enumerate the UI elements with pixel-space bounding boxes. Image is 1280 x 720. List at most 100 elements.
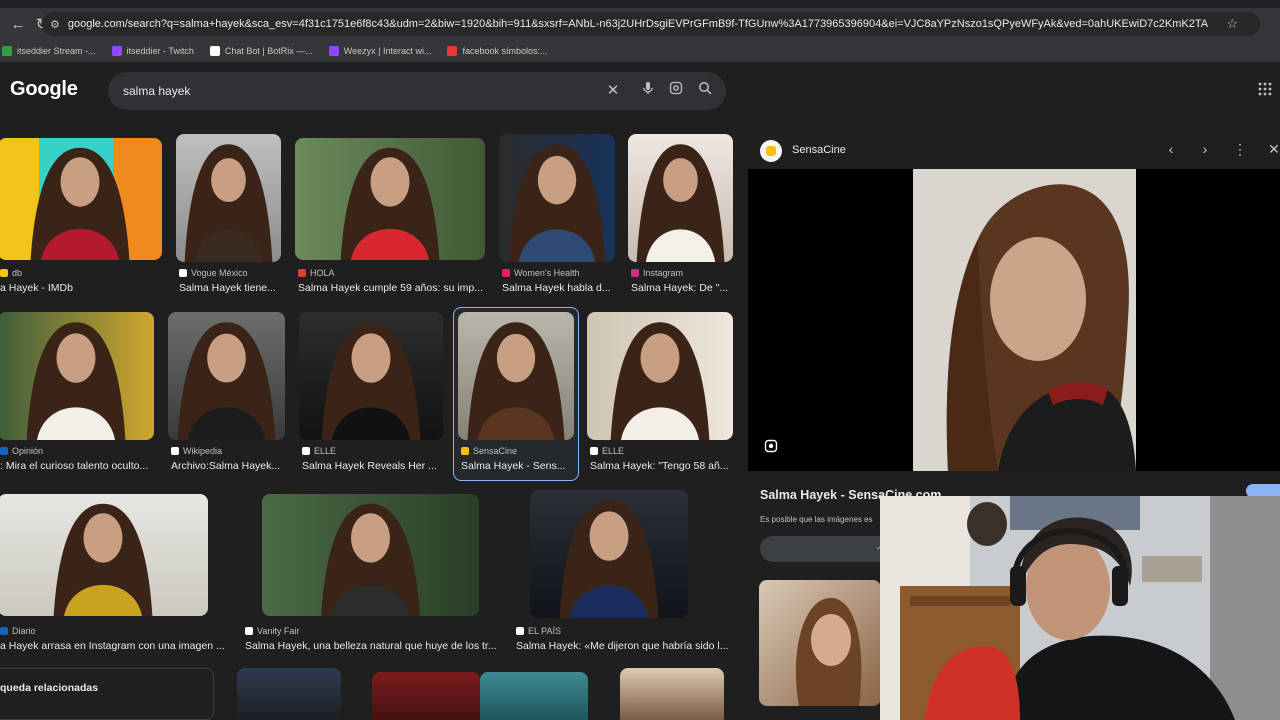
result-source[interactable]: Instagram [631, 268, 683, 278]
previous-arrow-icon[interactable]: ‹ [1161, 141, 1181, 157]
result-thumbnail[interactable] [530, 490, 688, 618]
source-favicon-icon [631, 269, 639, 277]
address-url[interactable]: google.com/search?q=salma+hayek&sca_esv=… [68, 18, 1208, 30]
bookmark-item[interactable]: itseddier Stream -... [2, 46, 96, 56]
result-title[interactable]: Salma Hayek: «Me dijeron que habría sido… [516, 640, 728, 652]
google-logo[interactable]: Google [10, 78, 78, 101]
address-bar[interactable]: ⚙ google.com/search?q=salma+hayek&sca_es… [42, 12, 1260, 36]
result-title[interactable]: : Mira el curioso talento oculto... [0, 460, 148, 472]
result-thumbnail[interactable] [480, 672, 588, 720]
clear-search-icon[interactable]: ✕ [603, 81, 623, 99]
search-header: Google ✕ [0, 62, 1280, 124]
more-options-icon[interactable]: ⋮ [1230, 141, 1250, 158]
lens-search-icon[interactable] [764, 439, 780, 455]
result-title[interactable]: Salma Hayek tiene... [179, 282, 276, 294]
panel-site-name[interactable]: SensaCine [792, 144, 846, 156]
result-source-name: Wikipedia [183, 446, 223, 456]
result-title[interactable]: a Hayek arrasa en Instagram con una imag… [0, 640, 225, 652]
result-thumbnail[interactable] [295, 138, 485, 260]
result-title[interactable]: Salma Hayek: "Tengo 58 añ... [590, 460, 729, 472]
share-button[interactable]: ⤳ C [760, 536, 900, 562]
lens-icon[interactable] [666, 81, 686, 99]
search-icon[interactable] [695, 81, 715, 99]
bookmark-item[interactable]: Weezyx | Interact wi... [328, 46, 432, 56]
source-favicon-icon [0, 269, 8, 277]
result-title[interactable]: Salma Hayek: De "... [631, 282, 728, 294]
result-source-name: Vanity Fair [257, 626, 300, 636]
source-favicon-icon [245, 627, 253, 635]
site-info-icon[interactable]: ⚙ [50, 18, 60, 31]
related-image-thumbnail[interactable] [759, 580, 881, 706]
related-searches-card[interactable]: queda relacionadas [0, 668, 214, 720]
result-title[interactable]: Salma Hayek cumple 59 años: su imp... [298, 282, 483, 294]
result-source[interactable]: SensaCine [461, 446, 517, 456]
next-arrow-icon[interactable]: › [1195, 141, 1215, 157]
result-thumbnail[interactable] [168, 312, 285, 440]
result-title[interactable]: Salma Hayek - Sens... [461, 460, 565, 472]
preview-image[interactable] [748, 169, 1280, 471]
result-source[interactable]: Vogue México [179, 268, 248, 278]
result-title[interactable]: a Hayek - IMDb [0, 282, 73, 294]
result-title[interactable]: Salma Hayek habla d... [502, 282, 611, 294]
bookmark-star-icon[interactable]: ☆ [1226, 16, 1238, 32]
result-source[interactable]: EL PAÍS [516, 626, 561, 636]
bookmark-favicon-icon [328, 46, 339, 56]
result-thumbnail[interactable] [237, 668, 341, 720]
result-thumbnail[interactable] [620, 668, 724, 720]
result-thumbnail[interactable] [0, 494, 208, 616]
result-thumbnail[interactable] [262, 494, 479, 616]
result-source[interactable]: ELLE [302, 446, 336, 456]
result-source-name: db [12, 268, 23, 278]
source-favicon-icon [0, 447, 8, 455]
result-source-name: Vogue México [191, 268, 248, 278]
result-source[interactable]: ELLE [590, 446, 624, 456]
result-source[interactable]: Diario [0, 626, 36, 636]
result-source[interactable]: Women's Health [502, 268, 580, 278]
bookmarks-bar: itseddier Stream -... itseddier - Twitch C… [0, 40, 1280, 62]
result-source[interactable]: db [0, 268, 22, 278]
result-thumbnail[interactable] [587, 312, 733, 440]
result-thumbnail[interactable] [0, 312, 154, 440]
bookmark-label: Chat Bot | BotRix —... [224, 46, 313, 56]
result-source-name: ELLE [314, 446, 337, 456]
search-box[interactable]: ✕ [108, 72, 726, 110]
source-favicon-icon [298, 269, 306, 277]
result-thumbnail[interactable] [499, 134, 615, 262]
source-favicon-icon [171, 447, 179, 455]
result-title[interactable]: Salma Hayek Reveals Her ... [302, 460, 437, 472]
close-panel-icon[interactable]: ✕ [1264, 141, 1280, 158]
result-title[interactable]: Salma Hayek, una belleza natural que huy… [245, 640, 497, 652]
bookmark-item[interactable]: Chat Bot | BotRix —... [209, 46, 313, 56]
result-thumbnail[interactable] [458, 312, 574, 440]
bookmark-item[interactable]: itseddier - Twitch [111, 46, 194, 56]
result-thumbnail[interactable] [0, 138, 162, 260]
microphone-icon[interactable] [638, 81, 658, 99]
result-source[interactable]: HOLA [298, 268, 335, 278]
source-favicon-icon [179, 269, 187, 277]
source-favicon-icon [302, 447, 310, 455]
result-thumbnail[interactable] [176, 134, 281, 262]
result-thumbnail[interactable] [372, 672, 480, 720]
result-source[interactable]: Wikipedia [171, 446, 222, 456]
source-favicon-icon [516, 627, 524, 635]
bookmark-favicon-icon [2, 46, 12, 56]
bookmark-item[interactable]: facebook símbolos:... [447, 46, 548, 56]
back-arrow-icon[interactable]: ← [6, 12, 30, 36]
site-favicon-icon [760, 140, 782, 162]
apps-grid-icon[interactable] [1258, 82, 1272, 101]
result-source[interactable]: Opinión [0, 446, 43, 456]
result-source-name: Opinión [12, 446, 44, 456]
result-title[interactable]: Archivo:Salma Hayek... [171, 460, 280, 472]
result-source-name: Women's Health [514, 268, 580, 278]
result-thumbnail[interactable] [628, 134, 733, 262]
result-source-name: ELLE [602, 446, 625, 456]
browser-tab-strip [0, 0, 1280, 8]
bookmark-favicon-icon [111, 46, 122, 56]
search-input[interactable] [123, 84, 583, 98]
bookmark-label: Weezyx | Interact wi... [343, 46, 432, 56]
bookmark-label: itseddier - Twitch [126, 46, 194, 56]
browser-toolbar: ← ↻ ⚙ google.com/search?q=salma+hayek&sc… [0, 8, 1280, 40]
result-source[interactable]: Vanity Fair [245, 626, 299, 636]
image-results-grid: queda relacionadas db a Hayek - IMDb Vogue… [0, 124, 748, 720]
result-thumbnail[interactable] [299, 312, 443, 440]
